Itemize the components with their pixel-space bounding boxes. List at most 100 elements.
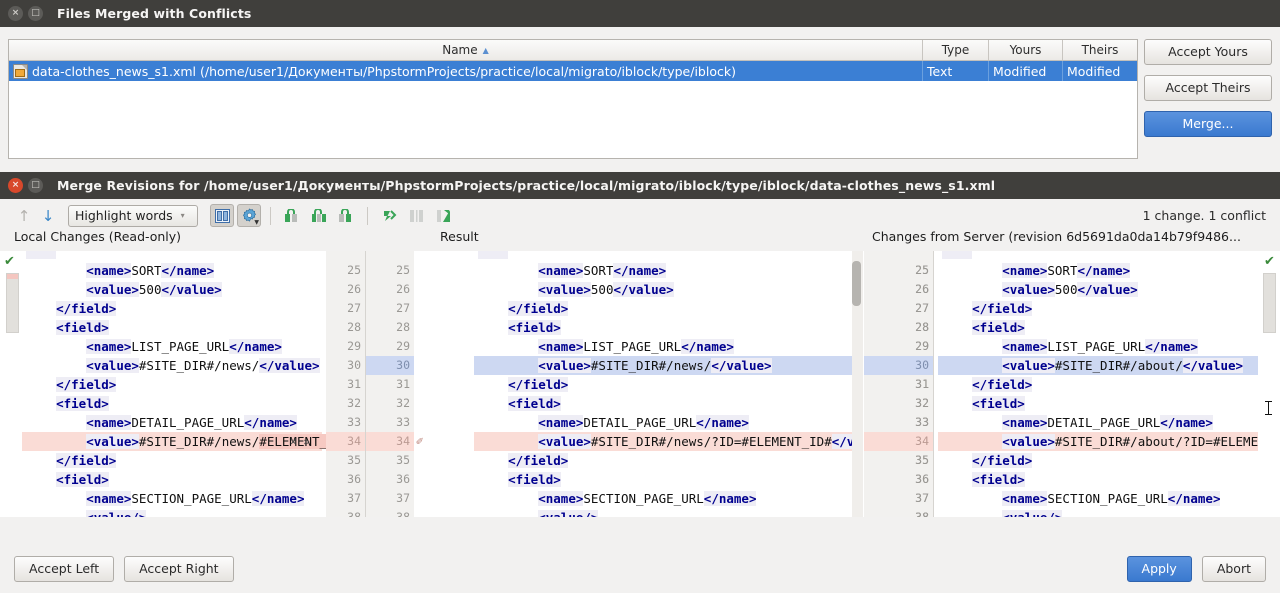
- right-code-text[interactable]: <name>SORT</name> <value>500</value> </f…: [938, 251, 1280, 517]
- column-header-type[interactable]: Type: [923, 40, 989, 60]
- code-line: <value>#SITE_DIR#/news/</value>: [86, 358, 320, 373]
- xml-file-icon: [13, 63, 28, 79]
- next-conflict-icon[interactable]: [431, 204, 455, 227]
- right-ok-check-icon: ✔: [1264, 254, 1275, 269]
- result-scrollbar-thumb[interactable]: [852, 261, 861, 306]
- code-line: [474, 251, 509, 261]
- line-number: 36: [347, 472, 361, 486]
- code-line: <name>LIST_PAGE_URL</name>: [86, 339, 282, 354]
- line-number: 28: [396, 320, 410, 334]
- maximize-icon[interactable]: □: [28, 6, 43, 21]
- line-number: 33: [915, 415, 929, 429]
- sort-ascending-icon: ▲: [482, 45, 489, 55]
- line-number: 36: [915, 472, 929, 486]
- row-name-cell[interactable]: data-clothes_news_s1.xml (/home/user1/До…: [9, 61, 923, 81]
- settings-gear-icon[interactable]: ▼: [237, 204, 261, 227]
- conflicts-window-title: Files Merged with Conflicts: [57, 6, 252, 21]
- result-pane-title: Result: [440, 229, 479, 244]
- server-changes-editor[interactable]: 252627282930« ✕31323334« ✕35363738394041…: [864, 251, 1280, 517]
- apply-right-icon[interactable]: [334, 204, 358, 227]
- reject-x-icon: ✕: [290, 435, 297, 448]
- result-editor[interactable]: 25262728293031323334✐353637383940414243 …: [366, 251, 864, 517]
- code-line: <name>LIST_PAGE_URL</name>: [1002, 339, 1198, 354]
- merge-button[interactable]: Merge...: [1144, 111, 1272, 137]
- code-line: <field>: [972, 472, 1025, 487]
- accept-yours-button[interactable]: Accept Yours: [1144, 39, 1272, 65]
- line-number: 29: [915, 339, 929, 353]
- line-number: 32: [915, 396, 929, 410]
- line-number: 27: [396, 301, 410, 315]
- merge-toolbar: ↑ ↓ Highlight words ▾ ▼ 1 change. 1 conf…: [0, 199, 1280, 229]
- close-icon[interactable]: ×: [8, 178, 23, 193]
- column-header-yours[interactable]: Yours: [989, 40, 1063, 60]
- right-minimap-scrollbar[interactable]: [1263, 273, 1276, 333]
- conflicts-window-titlebar: × □ Files Merged with Conflicts: [0, 0, 1280, 27]
- merge-conflict-screen: × □ Files Merged with Conflicts Name ▲ T…: [0, 0, 1280, 593]
- next-difference-icon[interactable]: ↓: [38, 206, 58, 226]
- highlight-mode-dropdown[interactable]: Highlight words ▾: [68, 204, 198, 227]
- left-code-text[interactable]: <name>SORT</name> <value>500</value> </f…: [22, 251, 366, 517]
- left-status-column: ✔: [0, 251, 20, 517]
- code-line: <value/>: [22, 508, 147, 517]
- apply-both-icon[interactable]: [307, 204, 331, 227]
- right-status-column: ✔: [1258, 251, 1280, 517]
- pane-titles: Local Changes (Read-only) Result Changes…: [0, 229, 1280, 249]
- column-header-name[interactable]: Name ▲: [9, 40, 923, 60]
- code-line: </field>: [508, 377, 569, 392]
- chevron-down-icon: ▾: [180, 211, 185, 220]
- line-number: 34: [347, 434, 361, 448]
- line-number: 38: [347, 510, 361, 517]
- line-number: 27: [915, 301, 929, 315]
- accept-left-button[interactable]: Accept Left: [14, 556, 115, 582]
- code-line: <field>: [508, 472, 561, 487]
- code-line: <value>500</value>: [1002, 282, 1138, 297]
- local-changes-editor[interactable]: ✔ <name>SORT</name> <value>500</value> <…: [0, 251, 366, 517]
- code-line: <field>: [972, 320, 1025, 335]
- magic-resolve-icon[interactable]: [377, 204, 401, 227]
- line-number: 26: [396, 282, 410, 296]
- split-columns-icon[interactable]: [210, 204, 234, 227]
- result-code-text[interactable]: <name>SORT</name> <value>500</value> </f…: [474, 251, 855, 517]
- accept-theirs-button[interactable]: Accept Theirs: [1144, 75, 1272, 101]
- apply-button[interactable]: Apply: [1126, 556, 1192, 582]
- code-line: <name>SECTION_PAGE_URL</name>: [538, 491, 757, 506]
- merge-bottom-bar: Accept Left Accept Right Apply Abort: [0, 545, 1280, 593]
- result-left-gutter[interactable]: 25262728293031323334✐353637383940414243: [366, 251, 423, 517]
- table-row[interactable]: data-clothes_news_s1.xml (/home/user1/До…: [9, 61, 1137, 81]
- close-icon[interactable]: ×: [8, 6, 23, 21]
- result-scrollbar-track[interactable]: [852, 251, 863, 517]
- minimap-conflict-marker: [7, 274, 18, 279]
- code-line: <value>#SITE_DIR#/about/</value>: [1002, 358, 1244, 373]
- conflicted-files-table: Name ▲ Type Yours Theirs data-clothes_ne…: [8, 39, 1138, 159]
- abort-button[interactable]: Abort: [1201, 556, 1266, 582]
- maximize-icon[interactable]: □: [28, 178, 43, 193]
- merge-window-titlebar: × □ Merge Revisions for /home/user1/Доку…: [0, 172, 1280, 199]
- row-type-cell: Text: [923, 61, 989, 81]
- line-number: 35: [347, 453, 361, 467]
- left-pane-title: Local Changes (Read-only): [14, 229, 182, 244]
- previous-difference-icon[interactable]: ↑: [14, 206, 34, 226]
- line-number: 31: [347, 377, 361, 391]
- right-actions: Apply Abort: [1126, 556, 1266, 582]
- code-line: <name>SECTION_PAGE_URL</name>: [86, 491, 305, 506]
- highlight-mode-label: Highlight words: [75, 208, 173, 223]
- code-line: </field>: [972, 301, 1033, 316]
- line-number: 35: [915, 453, 929, 467]
- accept-right-button[interactable]: Accept Right: [124, 556, 234, 582]
- merge-editors: ✔ <name>SORT</name> <value>500</value> <…: [0, 251, 1280, 517]
- previous-conflict-icon[interactable]: [404, 204, 428, 227]
- column-header-theirs[interactable]: Theirs: [1063, 40, 1137, 60]
- line-number: 31: [396, 377, 410, 391]
- merge-window-title: Merge Revisions for /home/user1/Документ…: [57, 178, 996, 193]
- line-number: 25: [347, 263, 361, 277]
- right-line-number-gutter[interactable]: 252627282930« ✕31323334« ✕35363738394041…: [864, 251, 934, 517]
- line-number: 34: [396, 434, 410, 448]
- line-number: 32: [347, 396, 361, 410]
- left-minimap-scrollbar[interactable]: [6, 273, 19, 333]
- left-line-number-gutter[interactable]: 25262728293031323334✕ »35363738394041424…: [290, 251, 366, 517]
- conflict-action-markers[interactable]: ✕ »: [290, 432, 310, 451]
- merge-status-text: 1 change. 1 conflict: [1142, 208, 1266, 223]
- magic-wand-icon[interactable]: ✐: [416, 432, 423, 451]
- code-line: <name>LIST_PAGE_URL</name>: [538, 339, 734, 354]
- apply-left-icon[interactable]: [280, 204, 304, 227]
